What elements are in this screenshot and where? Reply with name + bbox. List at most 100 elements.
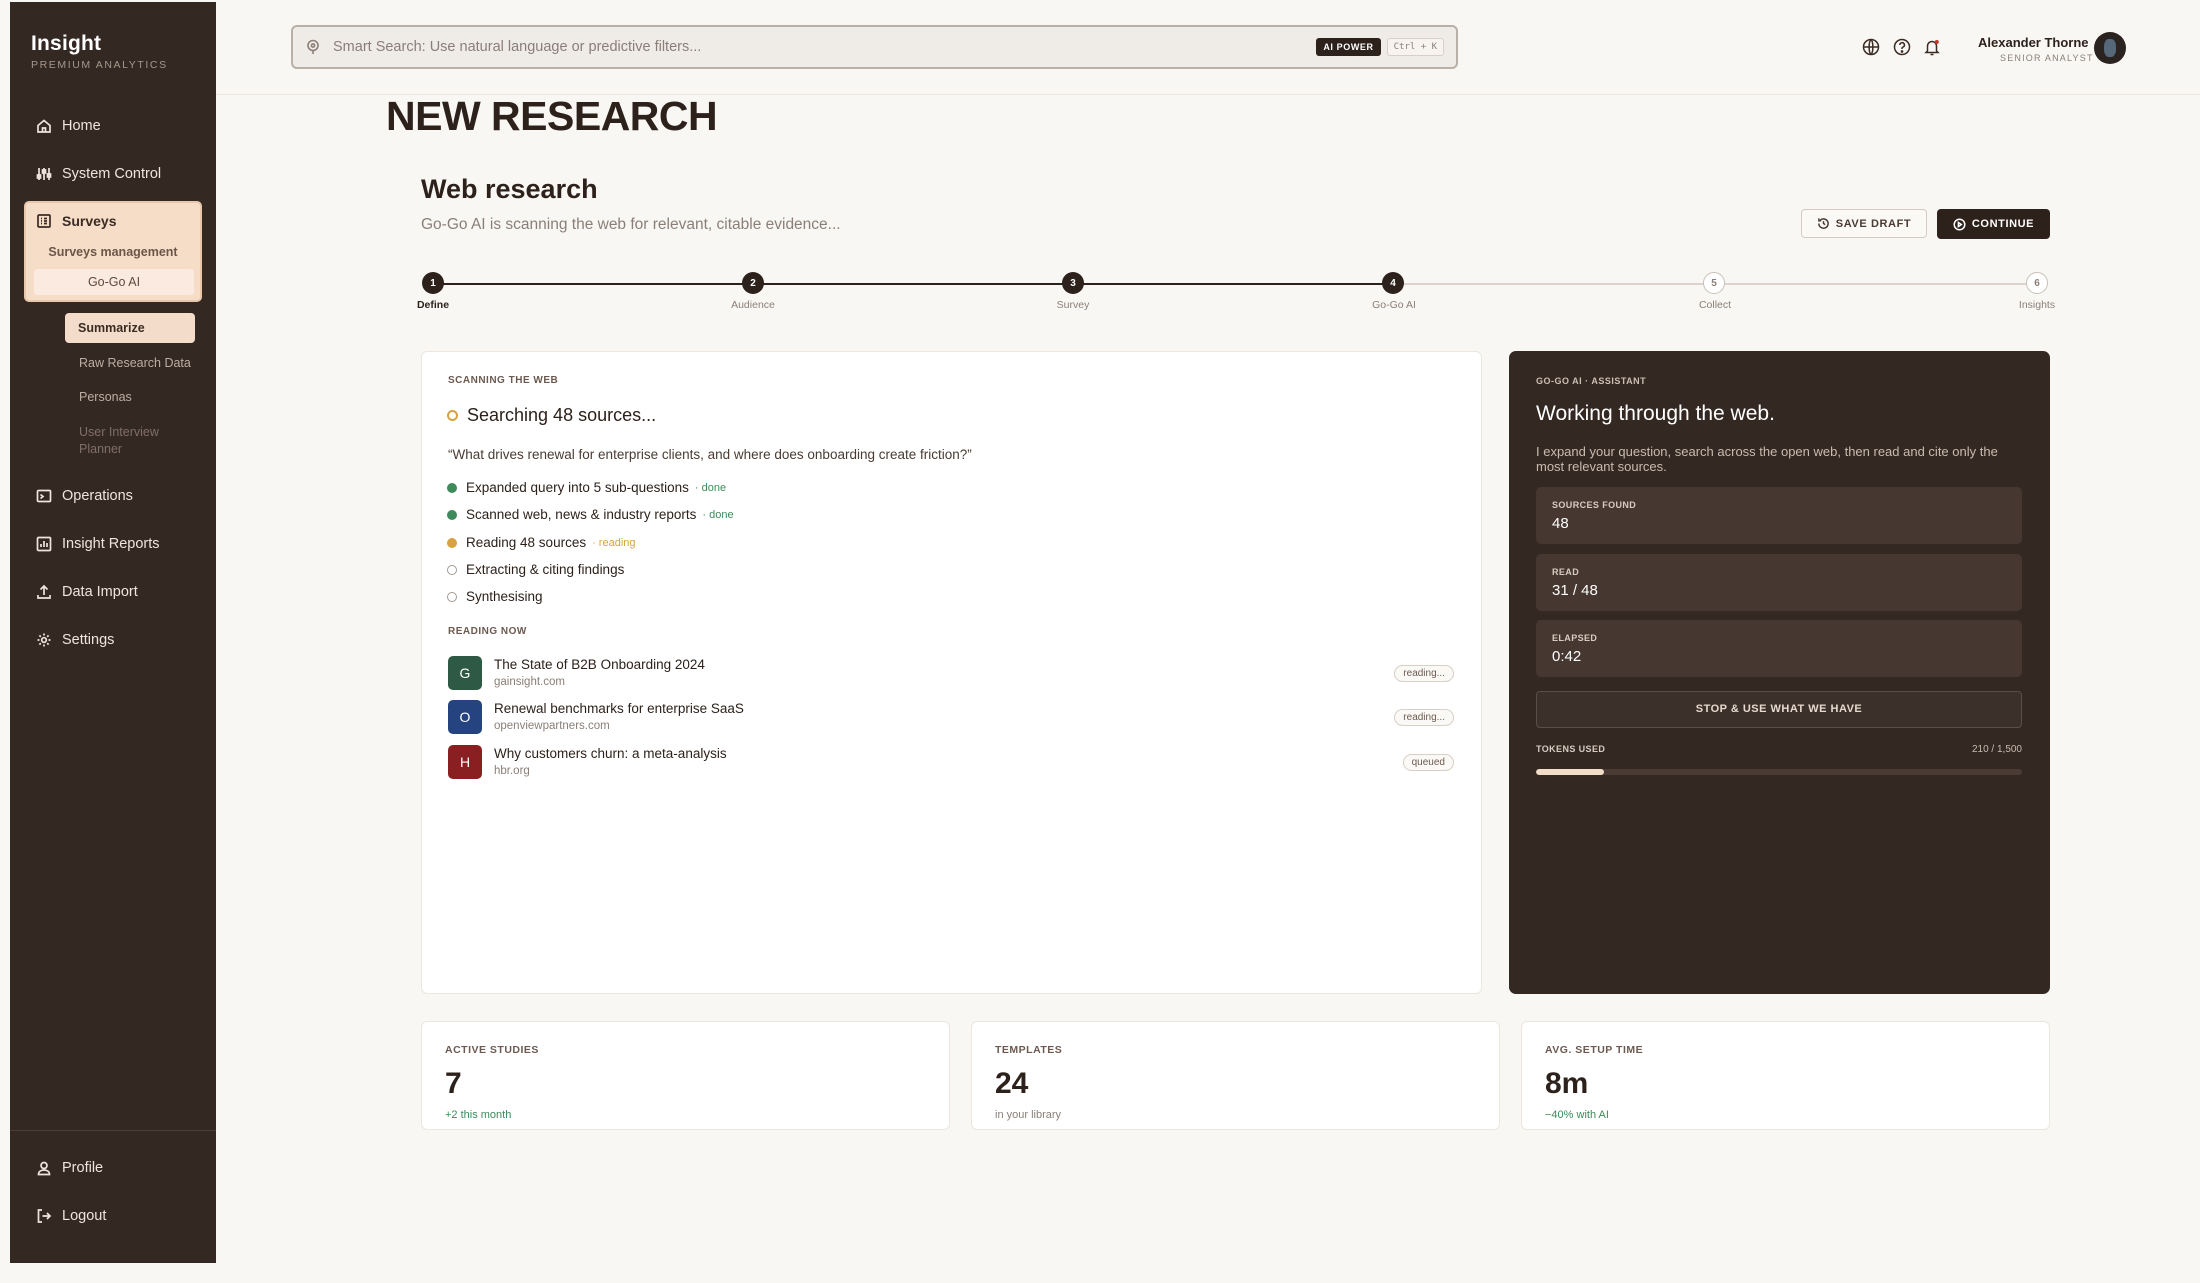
metric-label: ELAPSED (1552, 633, 1598, 643)
searching-status: Searching 48 sources... (447, 405, 656, 426)
user-role: SENIOR ANALYST (2000, 53, 2094, 63)
globe-icon (1862, 38, 1880, 56)
page-title: NEW RESEARCH (386, 93, 718, 139)
source-domain: openviewpartners.com (494, 720, 610, 732)
nav-logout[interactable]: Logout (36, 1202, 106, 1230)
source-favicon-icon: O (448, 700, 482, 734)
step-6-label: Insights (2018, 299, 2056, 311)
step-2[interactable]: 2 (742, 272, 764, 294)
continue-label: CONTINUE (1971, 218, 2035, 230)
nav-profile-label: Profile (62, 1160, 104, 1176)
notifications-button[interactable] (1922, 37, 1942, 57)
nav-system-control[interactable]: System Control (36, 160, 161, 188)
task-item: Expanded query into 5 sub-questions · do… (447, 480, 726, 495)
status-dot-icon (447, 509, 457, 520)
nav-gogo-ai[interactable]: Go-Go AI (34, 269, 194, 295)
source-status-badge: queued (1402, 754, 1454, 771)
nav-insight-reports-label: Insight Reports (62, 536, 160, 552)
nav-data-import[interactable]: Data Import (36, 578, 138, 606)
source-item[interactable]: O Renewal benchmarks for enterprise SaaS… (448, 700, 1454, 734)
scan-kicker: SCANNING THE WEB (448, 375, 559, 386)
source-favicon-icon: G (448, 656, 482, 690)
step-3-label: Survey (1056, 299, 1090, 311)
section-subtitle: Go-Go AI is scanning the web for relevan… (421, 216, 841, 233)
source-item[interactable]: G The State of B2B Onboarding 2024 gains… (448, 656, 1454, 690)
tokens-progress-fill (1536, 769, 1605, 775)
smart-search-bar[interactable]: Smart Search: Use natural language or pr… (291, 25, 1458, 69)
nav-settings[interactable]: Settings (36, 626, 114, 654)
nav-raw-research-data[interactable]: Raw Research Data (79, 356, 191, 370)
stat-card-active-studies: ACTIVE STUDIES 7 +2 this month (421, 1021, 950, 1130)
save-draft-label: SAVE DRAFT (1835, 217, 1912, 230)
source-status-badge: reading... (1394, 665, 1454, 682)
sidebar-divider (10, 1130, 216, 1131)
logout-icon (37, 1209, 52, 1223)
task-status: · done (694, 481, 727, 494)
nav-surveys-label: Surveys (62, 213, 117, 229)
continue-button[interactable]: CONTINUE (1937, 209, 2050, 239)
task-item: Scanned web, news & industry reports · d… (447, 507, 734, 522)
surveys-group: Surveys Surveys management Go-Go AI (24, 201, 202, 302)
help-icon (1893, 38, 1911, 56)
nav-data-import-label: Data Import (62, 584, 138, 600)
nav-settings-label: Settings (62, 632, 115, 648)
source-domain: hbr.org (494, 765, 530, 777)
status-dot-icon (447, 482, 457, 493)
step-4[interactable]: 4 (1382, 272, 1404, 294)
task-item: Synthesising (447, 589, 543, 604)
nav-personas[interactable]: Personas (79, 390, 132, 404)
nav-insight-reports[interactable]: Insight Reports (36, 530, 160, 558)
upload-icon (37, 584, 51, 599)
help-button[interactable] (1892, 37, 1912, 57)
source-domain: gainsight.com (494, 676, 565, 688)
status-dot-icon (447, 537, 457, 548)
nav-surveys-management[interactable]: Surveys management (26, 245, 200, 259)
task-item: Reading 48 sources · reading (447, 535, 636, 550)
ai-search-icon (307, 39, 319, 54)
brand-name: Insight (31, 32, 102, 55)
nav-profile[interactable]: Profile (36, 1154, 103, 1182)
metric-value: 0:42 (1552, 648, 1582, 665)
step-6[interactable]: 6 (2026, 272, 2048, 294)
metric-label: READ (1552, 567, 1580, 577)
source-item[interactable]: H Why customers churn: a meta-analysis h… (448, 745, 1454, 779)
source-title: The State of B2B Onboarding 2024 (494, 657, 705, 672)
stat-card-templates: TEMPLATES 24 in your library (971, 1021, 1500, 1130)
step-connector (754, 283, 1074, 285)
stop-and-use-button[interactable]: STOP & USE WHAT WE HAVE (1536, 691, 2022, 728)
survey-list-icon (37, 214, 51, 228)
step-connector (1074, 283, 1394, 285)
nav-summarize[interactable]: Summarize (65, 313, 195, 343)
step-3[interactable]: 3 (1062, 272, 1084, 294)
source-status-badge: reading... (1394, 709, 1454, 726)
search-shortcut-hint: Ctrl + K (1386, 38, 1444, 56)
nav-user-interview-planner[interactable]: User Interview Planner (79, 424, 189, 458)
step-5[interactable]: 5 (1703, 272, 1725, 294)
task-status: · done (702, 508, 734, 521)
section-title: Web research (421, 174, 598, 204)
search-input[interactable]: Smart Search: Use natural language or pr… (333, 39, 1316, 55)
reading-now-kicker: READING NOW (448, 626, 527, 637)
source-title: Why customers churn: a meta-analysis (494, 746, 727, 761)
task-item: Extracting & citing findings (447, 562, 624, 577)
brand-logo[interactable]: Insight PREMIUM ANALYTICS (31, 32, 168, 71)
step-1-label: Define (416, 299, 450, 311)
ai-power-badge: AI POWER (1316, 38, 1381, 56)
language-button[interactable] (1861, 37, 1881, 57)
save-draft-button[interactable]: SAVE DRAFT (1801, 209, 1927, 238)
nav-surveys[interactable]: Surveys (36, 213, 116, 229)
task-label: Reading 48 sources (466, 535, 587, 550)
nav-system-control-label: System Control (62, 166, 162, 182)
avatar[interactable] (2094, 32, 2126, 64)
step-4-label: Go-Go AI (1372, 299, 1416, 311)
home-icon (37, 119, 51, 133)
stat-label: AVG. SETUP TIME (1545, 1044, 1644, 1056)
nav-home[interactable]: Home (36, 112, 101, 140)
metric-read: READ 31 / 48 (1536, 554, 2022, 611)
tokens-progress-bar (1536, 769, 2022, 775)
step-1[interactable]: 1 (422, 272, 444, 294)
task-label: Synthesising (466, 589, 543, 604)
task-label: Extracting & citing findings (466, 562, 625, 577)
stat-note: +2 this month (445, 1109, 512, 1121)
nav-operations[interactable]: Operations (36, 482, 133, 510)
